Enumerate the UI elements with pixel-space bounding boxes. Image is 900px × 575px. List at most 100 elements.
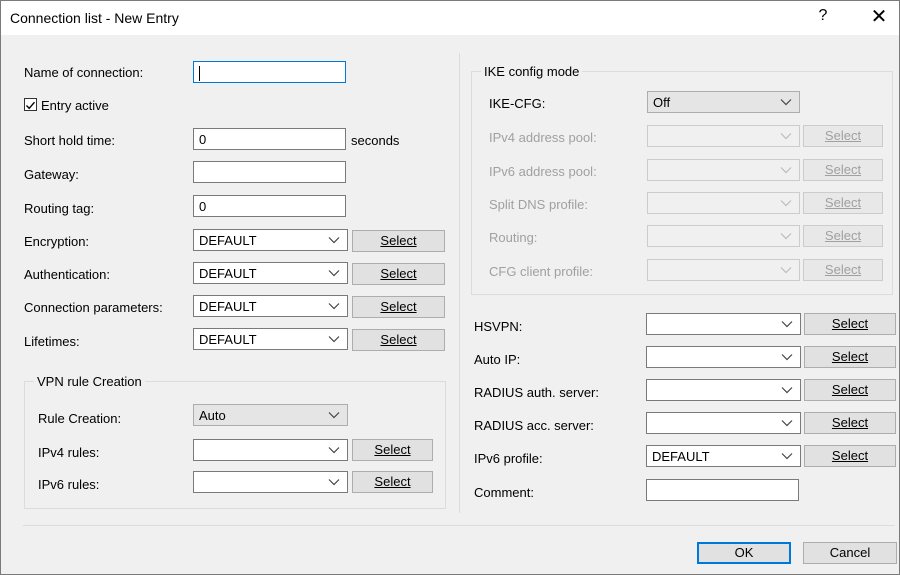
ike-cfg-label: IKE-CFG: xyxy=(489,96,546,111)
radius-auth-server-select-button[interactable]: Select xyxy=(804,379,896,401)
chevron-down-icon xyxy=(780,99,792,106)
hsvpn-label: HSVPN: xyxy=(474,319,523,334)
encryption-dropdown[interactable]: DEFAULT xyxy=(193,229,348,251)
ipv6-address-pool-select-button[interactable]: Select xyxy=(803,159,883,181)
lifetimes-select-button[interactable]: Select xyxy=(352,329,445,351)
chevron-down-icon xyxy=(328,270,340,277)
column-divider xyxy=(459,53,460,513)
ike-cfg-dropdown[interactable]: Off xyxy=(647,91,800,113)
ike-cfg-value: Off xyxy=(653,95,671,110)
chevron-down-icon xyxy=(328,336,340,343)
split-dns-profile-dropdown[interactable] xyxy=(647,192,800,214)
ipv6-profile-dropdown[interactable]: DEFAULT xyxy=(646,445,801,467)
chevron-down-icon xyxy=(780,233,792,240)
select-label: Select xyxy=(380,233,417,248)
ipv6-address-pool-dropdown[interactable] xyxy=(647,159,800,181)
radius-acc-server-dropdown[interactable] xyxy=(646,412,801,434)
gateway-input[interactable] xyxy=(193,161,346,183)
rule-creation-label: Rule Creation: xyxy=(38,411,122,426)
select-label: Select xyxy=(831,349,869,364)
routing-tag-label: Routing tag: xyxy=(24,201,95,216)
select-label: Select xyxy=(380,266,417,281)
authentication-select-button[interactable]: Select xyxy=(352,263,445,285)
encryption-select-button[interactable]: Select xyxy=(352,230,445,252)
chevron-down-icon xyxy=(328,447,340,454)
name-of-connection-input[interactable] xyxy=(193,61,346,83)
select-label: Select xyxy=(380,332,417,347)
ike-config-title: IKE config mode xyxy=(481,64,583,79)
chevron-down-icon xyxy=(328,479,340,486)
comment-input[interactable] xyxy=(646,479,799,501)
hsvpn-select-button[interactable]: Select xyxy=(804,313,896,335)
close-icon[interactable]: ✕ xyxy=(867,4,891,29)
chevron-down-icon xyxy=(781,453,793,460)
ipv6-rules-select-button[interactable]: Select xyxy=(352,471,433,493)
lifetimes-dropdown[interactable]: DEFAULT xyxy=(193,328,348,350)
select-label: Select xyxy=(824,128,862,143)
entry-active-checkbox[interactable] xyxy=(24,98,37,111)
ok-button[interactable]: OK xyxy=(697,542,791,564)
chevron-down-icon xyxy=(328,237,340,244)
auto-ip-label: Auto IP: xyxy=(474,352,521,367)
ipv6-rules-label: IPv6 rules: xyxy=(38,477,100,492)
chevron-down-icon xyxy=(780,133,792,140)
seconds-unit-label: seconds xyxy=(351,133,400,148)
auto-ip-select-button[interactable]: Select xyxy=(804,346,896,368)
radius-acc-server-select-button[interactable]: Select xyxy=(804,412,896,434)
ipv4-rules-select-button[interactable]: Select xyxy=(352,439,433,461)
chevron-down-icon xyxy=(780,267,792,274)
authentication-dropdown[interactable]: DEFAULT xyxy=(193,262,348,284)
radius-auth-server-label: RADIUS auth. server: xyxy=(474,385,599,400)
cfg-client-profile-select-button[interactable]: Select xyxy=(803,259,883,281)
chevron-down-icon xyxy=(781,321,793,328)
chevron-down-icon xyxy=(781,387,793,394)
entry-active-label[interactable]: Entry active xyxy=(41,98,109,113)
window-title: Connection list - New Entry xyxy=(10,10,179,26)
auto-ip-dropdown[interactable] xyxy=(646,346,801,368)
text-caret xyxy=(199,65,200,81)
select-label: Select xyxy=(374,442,411,457)
chevron-down-icon xyxy=(328,303,340,310)
comment-label: Comment: xyxy=(474,485,534,500)
radius-acc-server-label: RADIUS acc. server: xyxy=(474,418,594,433)
encryption-value: DEFAULT xyxy=(199,233,257,248)
gateway-label: Gateway: xyxy=(24,167,79,182)
ipv6-profile-select-button[interactable]: Select xyxy=(804,445,896,467)
ipv4-address-pool-select-button[interactable]: Select xyxy=(803,125,883,147)
radius-auth-server-dropdown[interactable] xyxy=(646,379,801,401)
lifetimes-value: DEFAULT xyxy=(199,332,257,347)
rule-creation-dropdown[interactable]: Auto xyxy=(193,404,348,426)
select-label: Select xyxy=(824,262,862,277)
ipv4-rules-dropdown[interactable] xyxy=(193,439,348,461)
select-label: Select xyxy=(831,448,869,463)
routing-select-button[interactable]: Select xyxy=(803,225,883,247)
connection-parameters-value: DEFAULT xyxy=(199,299,257,314)
split-dns-profile-select-button[interactable]: Select xyxy=(803,192,883,214)
ipv6-profile-value: DEFAULT xyxy=(652,449,710,464)
cfg-client-profile-dropdown[interactable] xyxy=(647,259,800,281)
select-label: Select xyxy=(831,415,869,430)
select-label: Select xyxy=(831,382,869,397)
name-of-connection-label: Name of connection: xyxy=(24,65,144,80)
ipv4-address-pool-dropdown[interactable] xyxy=(647,125,800,147)
chevron-down-icon xyxy=(328,412,340,419)
chevron-down-icon xyxy=(780,167,792,174)
short-hold-time-input[interactable]: 0 xyxy=(193,128,346,150)
hsvpn-dropdown[interactable] xyxy=(646,313,801,335)
title-bar: Connection list - New Entry ? ✕ xyxy=(1,1,899,35)
routing-tag-input[interactable]: 0 xyxy=(193,195,346,217)
ipv6-rules-dropdown[interactable] xyxy=(193,471,348,493)
ipv4-address-pool-label: IPv4 address pool: xyxy=(489,130,597,145)
connection-parameters-dropdown[interactable]: DEFAULT xyxy=(193,295,348,317)
connection-parameters-select-button[interactable]: Select xyxy=(352,296,445,318)
cancel-button[interactable]: Cancel xyxy=(803,542,897,564)
select-label: Select xyxy=(824,162,862,177)
encryption-label: Encryption: xyxy=(24,234,90,249)
select-label: Select xyxy=(831,316,869,331)
vpn-rule-creation-title: VPN rule Creation xyxy=(34,374,145,389)
select-label: Select xyxy=(374,474,411,489)
select-label: Select xyxy=(380,299,417,314)
routing-dropdown[interactable] xyxy=(647,225,800,247)
help-icon[interactable]: ? xyxy=(813,7,833,25)
chevron-down-icon xyxy=(781,354,793,361)
